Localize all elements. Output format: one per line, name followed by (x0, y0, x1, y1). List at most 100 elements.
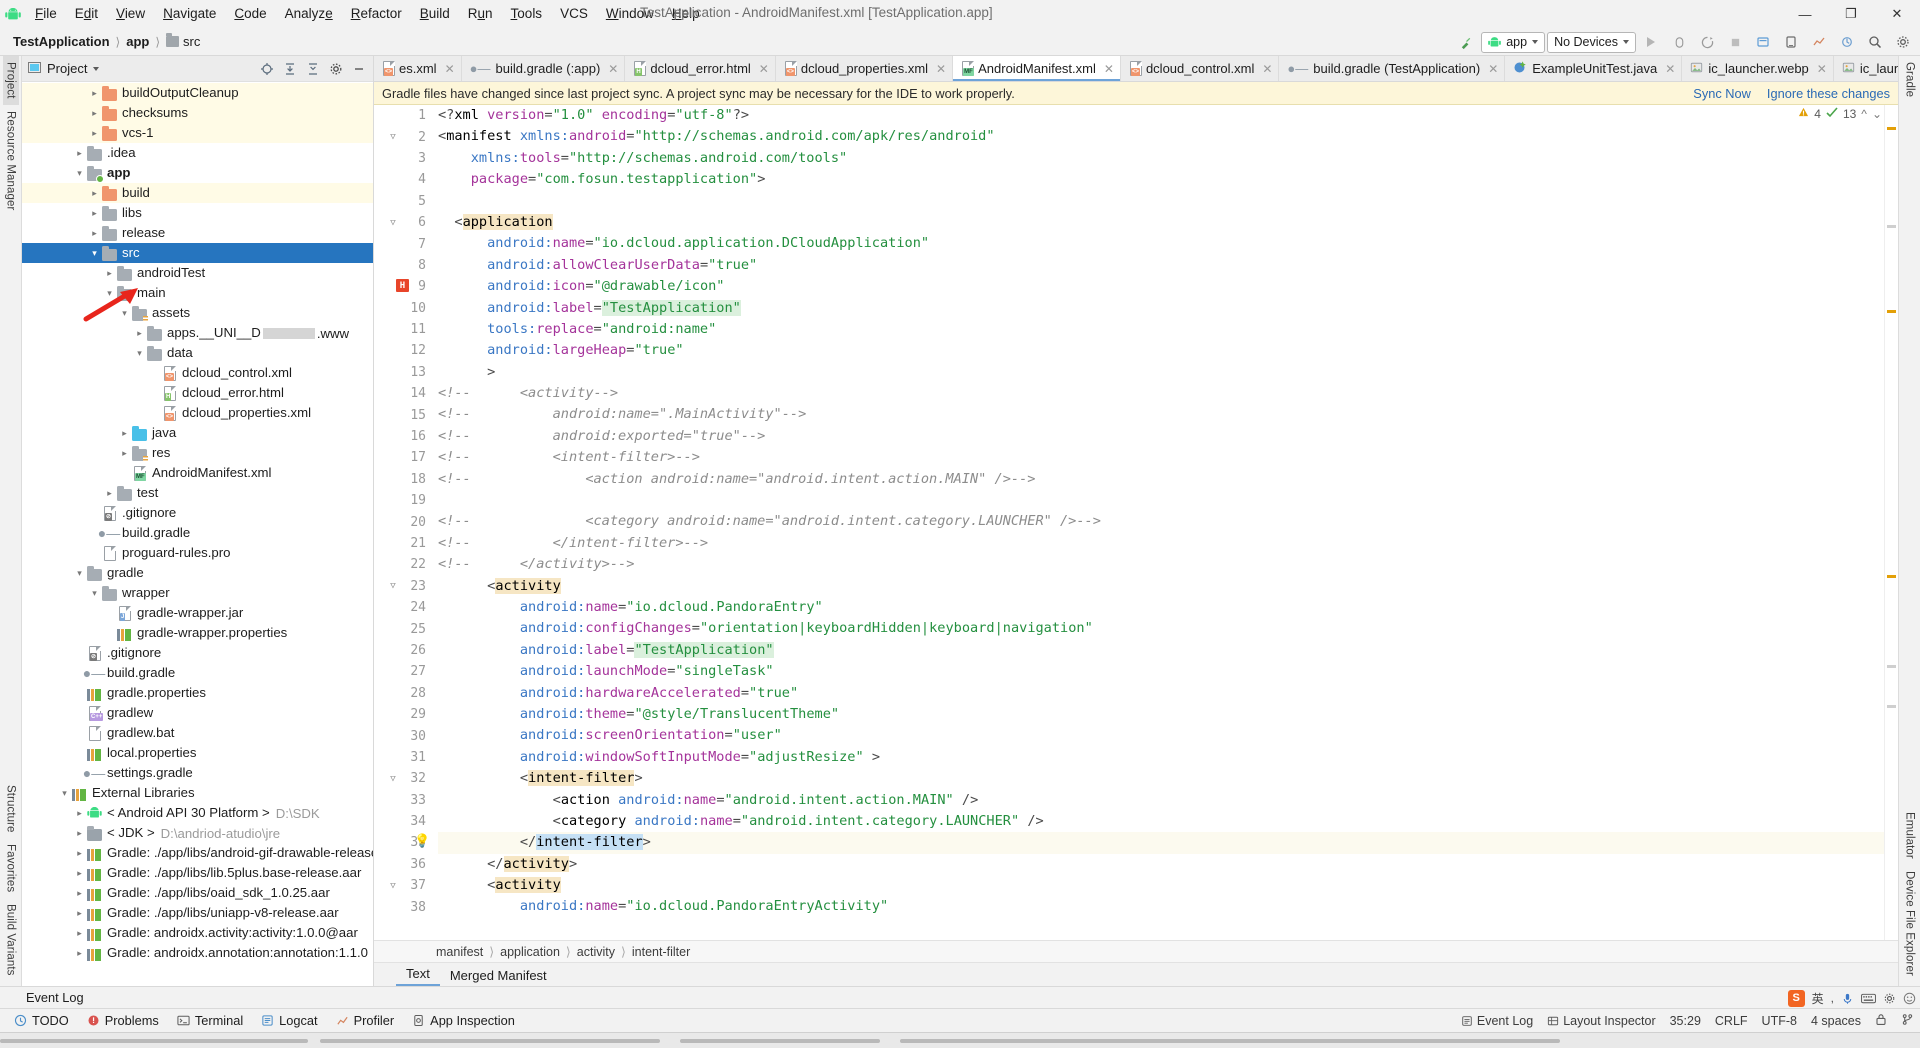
fold-toggle-icon[interactable]: ▽ (388, 774, 398, 784)
code-line-6[interactable]: <application (438, 212, 1884, 233)
event-log-label[interactable]: Event Log (26, 990, 84, 1005)
chevron-right-icon[interactable]: ▸ (118, 448, 131, 459)
gutter-line-23[interactable]: ▽ 23 (374, 576, 432, 597)
gutter-line-27[interactable]: 27 (374, 661, 432, 682)
git-branch-icon[interactable] (1901, 1013, 1914, 1029)
tree-row-gradle-app-libs-android-gif-drawable-release[interactable]: ▸ Gradle: ./app/libs/android-gif-drawable… (22, 843, 373, 863)
code-line-14[interactable]: <!-- <activity--> (438, 383, 1884, 404)
menu-edit[interactable]: Edit (66, 3, 107, 25)
menu-view[interactable]: View (107, 3, 154, 25)
code-line-34[interactable]: <category android:name="android.intent.c… (438, 811, 1884, 832)
code-breadcrumb-intent-filter[interactable]: intent-filter (632, 945, 690, 959)
stop-icon[interactable] (1722, 30, 1748, 54)
bookmark-icon[interactable]: H (396, 279, 409, 293)
editor-tab-dcloud-properties-xml[interactable]: <> dcloud_properties.xml ✕ (776, 56, 954, 81)
os-taskbar[interactable] (0, 1032, 1920, 1048)
chevron-right-icon[interactable]: ▸ (73, 808, 86, 819)
tree-row-settings-gradle[interactable]: ●— settings.gradle (22, 763, 373, 783)
ime-emoji-icon[interactable] (1903, 992, 1916, 1005)
editor-tab-es-xml[interactable]: <> es.xml ✕ (374, 56, 462, 81)
tree-row-jdk[interactable]: ▸ < JDK > D:\andriod-atudio\jre (22, 823, 373, 843)
tree-row-android-api-30-platform[interactable]: ▸ < Android API 30 Platform > D:\SDK (22, 803, 373, 823)
chevron-right-icon[interactable]: ▸ (73, 828, 86, 839)
status-indent[interactable]: 4 spaces (1811, 1014, 1861, 1028)
menu-analyze[interactable]: Analyze (276, 3, 342, 25)
close-tab-icon[interactable]: ✕ (1262, 62, 1272, 76)
tree-row-buildoutputcleanup[interactable]: ▸ buildOutputCleanup (22, 83, 373, 103)
code-line-33[interactable]: <action android:name="android.intent.act… (438, 790, 1884, 811)
chevron-right-icon[interactable]: ▸ (103, 488, 116, 499)
code-line-20[interactable]: <!-- <category android:name="android.int… (438, 511, 1884, 532)
editor-tab-dcloud-control-xml[interactable]: <> dcloud_control.xml ✕ (1121, 56, 1280, 81)
error-stripe-markers[interactable] (1884, 105, 1898, 940)
code-line-18[interactable]: <!-- <action android:name="android.inten… (438, 469, 1884, 490)
gutter-line-15[interactable]: 15 (374, 404, 432, 425)
inspection-widget[interactable]: 4 13 ^ ⌄ (1798, 107, 1882, 121)
ignore-changes-link[interactable]: Ignore these changes (1767, 86, 1890, 101)
tree-row-gradle-androidx-activity-activity-1-0-0-aar[interactable]: ▸ Gradle: androidx.activity:activity:1.0.… (22, 923, 373, 943)
menu-vcs[interactable]: VCS (551, 3, 597, 25)
close-tab-icon[interactable]: ✕ (445, 62, 455, 76)
chevron-right-icon[interactable]: ▸ (88, 188, 101, 199)
tree-row-build-gradle[interactable]: ●— build.gradle (22, 523, 373, 543)
lightbulb-icon[interactable]: 💡 (414, 834, 430, 849)
tree-row-gitignore[interactable]: ⊘ .gitignore (22, 503, 373, 523)
gutter-line-7[interactable]: 7 (374, 233, 432, 254)
code-line-4[interactable]: package="com.fosun.testapplication"> (438, 169, 1884, 190)
menu-code[interactable]: Code (225, 3, 275, 25)
breadcrumb-src[interactable]: src (161, 32, 205, 51)
tree-row-androidmanifest-xml[interactable]: MF AndroidManifest.xml (22, 463, 373, 483)
search-everywhere-icon[interactable] (1862, 30, 1888, 54)
chevron-right-icon[interactable]: ▸ (103, 268, 116, 279)
rail-button-emulator[interactable]: Emulator (1902, 806, 1918, 865)
gutter-line-22[interactable]: 22 (374, 554, 432, 575)
maximize-button[interactable]: ❐ (1828, 0, 1874, 28)
chevron-right-icon[interactable]: ▸ (118, 428, 131, 439)
code-line-5[interactable] (438, 191, 1884, 212)
menu-file[interactable]: File (26, 3, 66, 25)
tab-text[interactable]: Text (396, 964, 440, 986)
tree-row-main[interactable]: ▾ main (22, 283, 373, 303)
gutter-line-19[interactable]: 19 (374, 490, 432, 511)
code-line-22[interactable]: <!-- </activity>--> (438, 554, 1884, 575)
run-button[interactable] (1638, 30, 1664, 54)
left-tool-rail[interactable]: Project Resource Manager Structure Favor… (0, 56, 22, 986)
rail-button-structure[interactable]: Structure (3, 779, 19, 839)
gutter-line-5[interactable]: 5 (374, 191, 432, 212)
fold-toggle-icon[interactable]: ▽ (388, 132, 398, 142)
gutter-line-20[interactable]: 20 (374, 511, 432, 532)
tree-row-gradle-wrapper-jar[interactable]: Jgradle-wrapper.jar (22, 603, 373, 623)
collapse-all-icon[interactable] (302, 59, 323, 79)
ime-language-indicator[interactable]: 英 (1812, 990, 1824, 1007)
tree-row-assets[interactable]: ▾ assets (22, 303, 373, 323)
gutter-line-9[interactable]: H9 (374, 276, 432, 297)
tree-row-data[interactable]: ▾ data (22, 343, 373, 363)
code-line-19[interactable] (438, 490, 1884, 511)
code-line-9[interactable]: android:icon="@drawable/icon" (438, 276, 1884, 297)
breadcrumb-project[interactable]: TestApplication (8, 32, 115, 51)
tree-row-local-properties[interactable]: local.properties (22, 743, 373, 763)
menu-navigate[interactable]: Navigate (154, 3, 225, 25)
gutter-line-37[interactable]: ▽ 37 (374, 875, 432, 896)
tree-row-gradlew-bat[interactable]: gradlew.bat (22, 723, 373, 743)
menu-refactor[interactable]: Refactor (342, 3, 411, 25)
run-configuration-selector[interactable]: app (1481, 31, 1546, 53)
rail-button-build-variants[interactable]: Build Variants (3, 898, 19, 982)
code-breadcrumb-bar[interactable]: manifest ⟩ application ⟩ activity ⟩ intent-fil… (374, 940, 1898, 962)
device-selector[interactable]: No Devices (1547, 31, 1636, 53)
tab-merged-manifest[interactable]: Merged Manifest (440, 966, 557, 986)
chevron-down-icon[interactable] (93, 66, 100, 71)
tree-row-proguard-rules-pro[interactable]: proguard-rules.pro (22, 543, 373, 563)
chevron-down-icon[interactable]: ▾ (88, 248, 101, 259)
chevron-right-icon[interactable]: ▸ (88, 108, 101, 119)
code-line-10[interactable]: android:label="TestApplication" (438, 298, 1884, 319)
tree-row-apps-uni-d[interactable]: ▸ apps.__UNI__D .www (22, 323, 373, 343)
select-opened-file-icon[interactable] (256, 59, 277, 79)
close-tab-icon[interactable]: ✕ (759, 62, 769, 76)
chevron-down-icon[interactable]: ▾ (118, 308, 131, 319)
editor-tab-ic-launcher-webp[interactable]: ic_launcher.webp ✕ (1682, 56, 1834, 81)
tool-button-app-inspection[interactable]: App Inspection (404, 1011, 523, 1030)
editor-tab-build-gradle-testapplication[interactable]: ●— build.gradle (TestApplication) ✕ (1279, 56, 1506, 81)
status-encoding[interactable]: UTF-8 (1762, 1014, 1797, 1028)
inspection-chevron-down-icon[interactable]: ⌄ (1872, 107, 1882, 121)
